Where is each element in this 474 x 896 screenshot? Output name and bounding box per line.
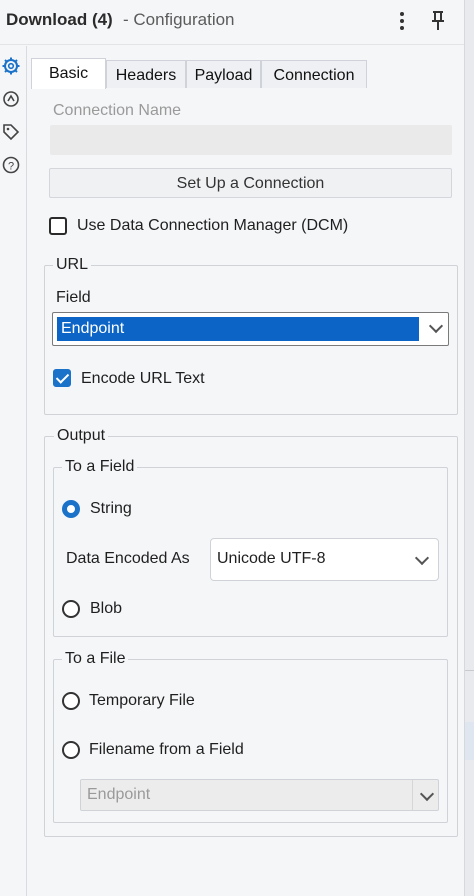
svg-text:?: ? [8, 161, 14, 173]
encode-url-checkbox[interactable] [53, 369, 71, 387]
more-vertical-icon[interactable] [393, 8, 411, 34]
side-rail: ? [0, 46, 27, 896]
filename-field-value: Endpoint [87, 786, 151, 803]
tab-headers[interactable]: Headers [106, 60, 186, 88]
to-a-file-legend: To a File [62, 650, 129, 668]
dcm-label: Use Data Connection Manager (DCM) [77, 217, 349, 234]
field-dropdown[interactable]: Endpoint [52, 312, 449, 346]
string-radio[interactable] [62, 500, 80, 518]
chevron-down-icon [430, 324, 442, 336]
filename-field-dropdown[interactable]: Endpoint [80, 779, 439, 811]
help-icon[interactable]: ? [1, 155, 21, 175]
refresh-icon[interactable] [1, 89, 21, 109]
blob-label: Blob [90, 600, 123, 617]
string-label: String [90, 500, 132, 517]
tab-payload[interactable]: Payload [186, 60, 261, 88]
tab-connection[interactable]: Connection [261, 60, 367, 88]
tag-icon[interactable] [1, 122, 21, 142]
encode-url-label: Encode URL Text [81, 370, 205, 387]
data-encoded-value: Unicode UTF-8 [217, 550, 326, 567]
dropdown-divider [412, 780, 413, 810]
filename-from-field-label: Filename from a Field [89, 741, 244, 758]
data-encoded-dropdown[interactable]: Unicode UTF-8 [210, 538, 439, 581]
temporary-file-label: Temporary File [89, 692, 195, 709]
chevron-down-icon [416, 556, 428, 568]
connection-name-input[interactable] [50, 125, 452, 155]
connection-name-label: Connection Name [53, 102, 182, 119]
temporary-file-radio[interactable] [62, 692, 80, 710]
data-encoded-label: Data Encoded As [66, 550, 190, 567]
field-label: Field [56, 289, 91, 306]
pin-icon[interactable] [428, 8, 448, 34]
filename-from-field-radio[interactable] [62, 741, 80, 759]
to-a-field-legend: To a Field [62, 458, 138, 476]
field-dropdown-value: Endpoint [57, 317, 419, 341]
window-subtitle: - Configuration [123, 10, 235, 29]
title-bar: Download (4) - Configuration [0, 0, 474, 45]
gear-icon[interactable] [1, 56, 21, 76]
chevron-down-icon [421, 792, 433, 804]
url-legend: URL [53, 256, 92, 274]
tab-basic[interactable]: Basic [31, 58, 106, 89]
setup-connection-button[interactable]: Set Up a Connection [49, 168, 452, 198]
window-title: Download (4) [6, 10, 113, 29]
output-legend: Output [54, 427, 109, 445]
dcm-checkbox[interactable] [49, 217, 67, 235]
blob-radio[interactable] [62, 600, 80, 618]
adjacent-panel-edge [464, 0, 474, 896]
